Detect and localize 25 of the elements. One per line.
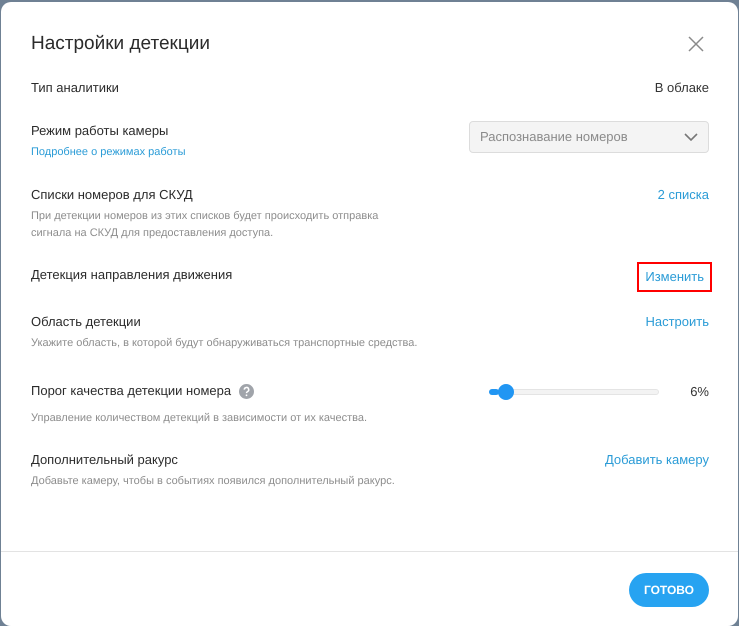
setting-description: Управление количеством детекций в зависимости от их качества. (31, 411, 368, 426)
setting-label: Списки номеров для СКУД (31, 187, 193, 203)
chevron-down-icon (684, 133, 698, 141)
setting-description: Укажите область, в которой будут обнаруживаться транспортные средства. (31, 336, 418, 351)
setting-label: Режим работы камеры (31, 123, 168, 139)
setting-label: Детекция направления движения (31, 267, 232, 283)
slider-value: 6% (689, 383, 709, 401)
close-icon (688, 36, 704, 52)
slider-thumb[interactable] (498, 384, 514, 400)
setting-value: В облаке (654, 80, 709, 96)
action-link[interactable]: Изменить (637, 262, 712, 292)
slider-track[interactable] (489, 384, 659, 400)
close-button[interactable] (688, 36, 704, 52)
setting-label: Тип аналитики (31, 80, 119, 96)
setting-label: Дополнительный ракурс (31, 452, 178, 468)
setting-description: При детекции номеров из этих списков будет происходить отправка сигнала на СКУД для предоставления доступа. (31, 209, 380, 241)
action-link[interactable]: 2 списка (658, 187, 709, 203)
setting-label: Порог качества детекции номера (31, 383, 232, 399)
setting-description: Добавьте камеру, чтобы в событиях появился дополнительный ракурс. (31, 474, 395, 489)
setting-label: Область детекции (31, 314, 141, 330)
action-link[interactable]: Добавить камеру (604, 452, 709, 468)
help-icon[interactable] (239, 384, 254, 398)
action-link[interactable]: Настроить (645, 314, 709, 330)
done-button[interactable]: ГОТОВО (628, 573, 709, 607)
dialog-title: Настройки детекции (31, 32, 210, 56)
